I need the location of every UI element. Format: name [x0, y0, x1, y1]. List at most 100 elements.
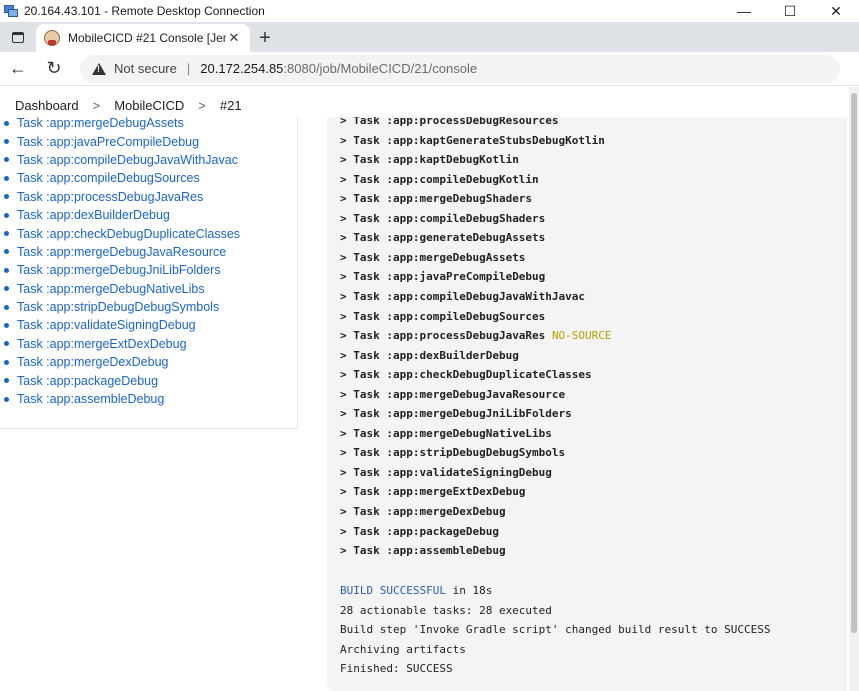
tab-actions-button[interactable] [0, 22, 36, 52]
reload-button[interactable]: ↻ [36, 52, 72, 86]
bullet-icon [4, 304, 9, 310]
console-summary-line: Archiving artifacts [340, 642, 466, 656]
task-links-panel: Task :app:mergeDebugAssets Task :app:java… [0, 117, 298, 429]
console-task-line: > Task :app:kaptDebugKotlin [340, 152, 519, 168]
warning-icon[interactable] [92, 62, 106, 75]
task-link-label[interactable]: Task :app:mergeExtDexDebug [17, 337, 187, 351]
task-link-label[interactable]: Task :app:stripDebugDebugSymbols [17, 300, 219, 314]
task-prefix: > Task [340, 309, 387, 323]
page-scrollbar[interactable] [849, 87, 859, 691]
task-link[interactable]: Task :app:compileDebugJavaWithJavac [4, 151, 297, 169]
new-tab-button[interactable]: + [250, 24, 280, 52]
console-task-line: > Task :app:mergeDebugShaders [340, 191, 532, 207]
bullet-icon [4, 212, 9, 218]
task-link[interactable]: Task :app:assembleDebug [4, 390, 297, 408]
task-prefix: > Task [340, 524, 387, 538]
task-link-label[interactable]: Task :app:dexBuilderDebug [17, 208, 170, 222]
bullet-icon [4, 267, 9, 273]
task-prefix: > Task [340, 505, 387, 518]
task-name: :app:compileDebugKotlin [386, 172, 539, 186]
back-button[interactable]: ← [0, 52, 36, 86]
task-prefix: > Task [340, 387, 387, 401]
task-link[interactable]: Task :app:mergeDebugJniLibFolders [4, 261, 297, 279]
task-prefix: > Task [340, 153, 387, 167]
bullet-icon [4, 378, 9, 384]
task-link[interactable]: Task :app:mergeDebugNativeLibs [4, 280, 297, 298]
breadcrumb-job[interactable]: MobileCICD [114, 98, 184, 113]
task-link[interactable]: Task :app:stripDebugDebugSymbols [4, 298, 297, 316]
task-name: :app:mergeDebugJniLibFolders [386, 407, 572, 421]
task-link-label[interactable]: Task :app:mergeDebugAssets [17, 117, 184, 130]
task-prefix: > Task [340, 368, 387, 382]
task-link[interactable]: Task :app:mergeDebugAssets [4, 117, 297, 132]
maximize-button[interactable]: ☐ [767, 0, 813, 22]
task-name: :app:compileDebugSources [386, 309, 546, 323]
close-window-button[interactable]: ✕ [813, 0, 859, 22]
bullet-icon [4, 359, 9, 365]
console-task-line: > Task :app:dexBuilderDebug [340, 348, 519, 364]
task-link[interactable]: Task :app:packageDebug [4, 371, 297, 389]
task-link-label[interactable]: Task :app:mergeDebugJavaResource [17, 245, 226, 259]
console-task-line: > Task :app:compileDebugJavaWithJavac [340, 289, 585, 305]
task-link-label[interactable]: Task :app:packageDebug [17, 374, 158, 388]
task-link-label[interactable]: Task :app:javaPreCompileDebug [17, 135, 199, 149]
task-prefix: > Task [340, 231, 387, 245]
tab-title: MobileCICD #21 Console [Jenkins] [68, 31, 226, 45]
url-input[interactable]: Not secure | 20.172.254.85 :8080/job/Mob… [80, 54, 840, 83]
task-prefix: > Task [340, 270, 387, 284]
chevron-right-icon: > [198, 97, 206, 113]
task-name: :app:stripDebugDebugSymbols [386, 446, 566, 460]
url-path: :8080/job/MobileCICD/21/console [283, 61, 478, 76]
task-link-label[interactable]: Task :app:checkDebugDuplicateClasses [17, 227, 240, 241]
console-task-line: > Task :app:mergeExtDexDebug [340, 484, 525, 500]
task-prefix: > Task [340, 348, 387, 362]
task-link[interactable]: Task :app:mergeDexDebug [4, 353, 297, 371]
bullet-icon [4, 396, 9, 402]
task-link-label[interactable]: Task :app:processDebugJavaRes [17, 190, 203, 204]
task-link-label[interactable]: Task :app:assembleDebug [17, 392, 164, 406]
task-name: :app:generateDebugAssets [386, 231, 546, 245]
task-link-label[interactable]: Task :app:compileDebugJavaWithJavac [17, 153, 238, 167]
console-task-line: > Task :app:generateDebugAssets [340, 230, 545, 246]
console-task-line: > Task :app:processDebugJavaRes NO-SOURC… [340, 328, 612, 344]
task-link[interactable]: Task :app:validateSigningDebug [4, 316, 297, 334]
console-task-line: > Task :app:packageDebug [340, 524, 499, 540]
rdp-window-title: 20.164.43.101 - Remote Desktop Connectio… [24, 4, 265, 18]
tab-actions-icon [12, 31, 24, 43]
task-link[interactable]: Task :app:compileDebugSources [4, 169, 297, 187]
task-name: :app:validateSigningDebug [386, 465, 552, 479]
task-link[interactable]: Task :app:dexBuilderDebug [4, 206, 297, 224]
task-link-label[interactable]: Task :app:compileDebugSources [17, 171, 200, 185]
task-link[interactable]: Task :app:mergeExtDexDebug [4, 335, 297, 353]
breadcrumb-dashboard[interactable]: Dashboard [15, 98, 79, 113]
task-link[interactable]: Task :app:mergeDebugJavaResource [4, 243, 297, 261]
task-link[interactable]: Task :app:checkDebugDuplicateClasses [4, 224, 297, 242]
minimize-button[interactable]: — [721, 0, 767, 22]
build-successful-text: BUILD SUCCESSFUL [340, 584, 446, 597]
scrollbar-thumb[interactable] [851, 93, 857, 633]
build-status-line: BUILD SUCCESSFUL in 18s [340, 583, 492, 599]
task-link-label[interactable]: Task :app:validateSigningDebug [17, 318, 196, 332]
not-secure-label[interactable]: Not secure [114, 61, 177, 76]
task-link-label[interactable]: Task :app:mergeDebugJniLibFolders [17, 263, 221, 277]
bullet-icon [4, 139, 9, 145]
task-link[interactable]: Task :app:javaPreCompileDebug [4, 132, 297, 150]
task-prefix: > Task [340, 426, 387, 440]
task-name: :app:processDebugJavaRes [386, 329, 546, 343]
bullet-icon [4, 175, 9, 181]
browser-tab-active[interactable]: MobileCICD #21 Console [Jenkins] ✕ [36, 24, 250, 52]
task-name: :app:kaptGenerateStubsDebugKotlin [386, 133, 605, 147]
task-link-label[interactable]: Task :app:mergeDexDebug [17, 355, 168, 369]
console-task-line: > Task :app:compileDebugShaders [340, 211, 545, 227]
task-name: :app:mergeDebugJavaResource [386, 387, 566, 401]
task-name: :app:processDebugResources [386, 117, 559, 127]
task-link-list: Task :app:mergeDebugAssets Task :app:java… [0, 117, 297, 408]
breadcrumb-build[interactable]: #21 [220, 98, 242, 113]
task-link[interactable]: Task :app:processDebugJavaRes [4, 188, 297, 206]
console-task-line: > Task :app:mergeDebugJavaResource [340, 387, 565, 403]
console-task-line: > Task :app:stripDebugDebugSymbols [340, 445, 565, 461]
task-name: :app:checkDebugDuplicateClasses [386, 368, 592, 382]
console-task-line: > Task :app:mergeDebugJniLibFolders [340, 406, 572, 422]
task-link-label[interactable]: Task :app:mergeDebugNativeLibs [17, 282, 205, 296]
tab-close-icon[interactable]: ✕ [226, 30, 242, 46]
